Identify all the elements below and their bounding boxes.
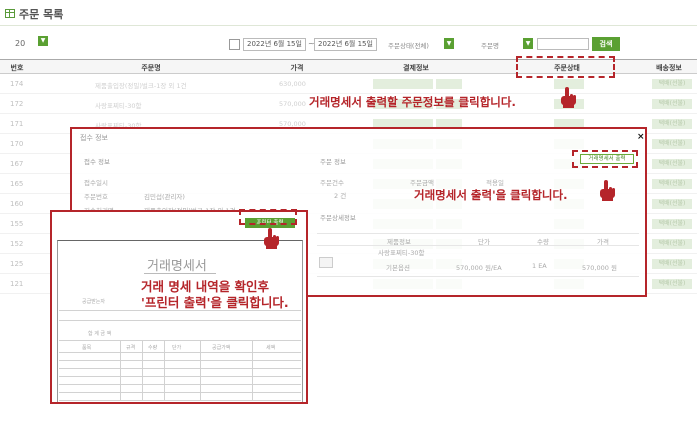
date-filter-checkbox[interactable]	[229, 39, 240, 50]
row-delivery-badge[interactable]: 택배(선불)	[652, 199, 692, 209]
table-grid-icon	[5, 9, 15, 18]
invoice-col-header: 단가	[172, 345, 182, 351]
row-payment-badge[interactable]	[373, 79, 433, 89]
product-thumbnail	[319, 257, 333, 268]
print-button-highlight	[239, 209, 297, 225]
row-delivery-badge[interactable]: 택배(선불)	[652, 139, 692, 149]
detail-product-name: 사랑표찌티-30함	[378, 249, 425, 257]
invoice-col-header: 규격	[126, 345, 136, 351]
title-bar: 주문 목록	[0, 0, 697, 26]
row-delivery-badge[interactable]: 택배(선불)	[652, 79, 692, 89]
search-field-dropdown-icon[interactable]: ▼	[523, 38, 533, 49]
callout-line: '프린터 출력'을 클릭합니다.	[141, 295, 289, 310]
page-size-dropdown-icon[interactable]: ▼	[38, 36, 48, 46]
invoice-col-header: 공급가액	[212, 345, 231, 351]
row-delivery-badge[interactable]: 택배(선불)	[652, 99, 692, 109]
field-value: 김민섭(관리자)	[144, 193, 185, 201]
row-order-name[interactable]: 사랑표찌티-30함	[95, 100, 142, 110]
field-label: 접수일시	[84, 179, 108, 187]
order-col-header: 적용일	[486, 179, 504, 187]
invoice-button-highlight	[572, 150, 638, 168]
invoice-col-header: 세액	[266, 345, 276, 351]
row-number: 160	[10, 200, 24, 208]
invoice-col-header: 품목	[82, 345, 92, 351]
row-delivery-badge[interactable]: 택배(선불)	[652, 219, 692, 229]
pointer-hand-icon	[561, 87, 576, 108]
detail-product-option: 기본옵션	[386, 264, 410, 272]
order-status-dropdown-icon[interactable]: ▼	[444, 38, 454, 49]
row-number: 170	[10, 140, 24, 148]
row-delivery-badge[interactable]: 택배(선불)	[652, 179, 692, 189]
row-price: 630,000	[279, 80, 306, 88]
pointer-hand-icon	[264, 228, 279, 249]
search-button[interactable]: 검색	[592, 37, 620, 51]
detail-section-title: 주문상세정보	[320, 214, 356, 222]
date-to-input[interactable]: 2022년 6월 15일	[314, 38, 377, 51]
row-number: 172	[10, 100, 24, 108]
order-status-select[interactable]: 주문상태(전체)	[388, 40, 429, 50]
detail-quantity: 1 EA	[532, 262, 547, 270]
col-price: 가격	[290, 64, 304, 72]
invoice-title: 거래명세서	[147, 259, 207, 274]
row-number: 125	[10, 260, 24, 268]
row-delivery-badge[interactable]: 택배(선불)	[652, 279, 692, 289]
col-delivery: 배송정보	[656, 64, 682, 72]
row-number: 121	[10, 280, 24, 288]
order-col-header: 주문건수	[320, 179, 344, 187]
row-number: 165	[10, 180, 24, 188]
invoice-label: 합 계 금 액	[88, 331, 112, 337]
detail-unit-price: 570,000 원/EA	[456, 264, 502, 272]
row-delivery-badge[interactable]: 택배(선불)	[652, 119, 692, 129]
pointer-hand-icon	[600, 180, 615, 201]
col-number: 번호	[10, 64, 24, 72]
order-col-header: 주문금액	[410, 179, 434, 187]
row-price: 570,000	[279, 100, 306, 108]
row-number: 152	[10, 240, 24, 248]
row-number: 171	[10, 120, 24, 128]
popup-title: 접수 정보	[80, 134, 108, 142]
invoice-col-header: 수량	[148, 345, 158, 351]
field-label: 주문번호	[84, 193, 108, 201]
invoice-label: 공급받는자	[82, 299, 106, 305]
row-number: 155	[10, 220, 24, 228]
row-delivery-badge[interactable]: 택배(선불)	[652, 259, 692, 269]
callout-line: 거래 명세 내역을 확인후	[141, 279, 270, 294]
callout-click-status: 거래명세서 출력할 주문정보를 클릭합니다.	[309, 95, 516, 109]
search-field-select[interactable]: 주문명	[481, 40, 499, 50]
date-from-input[interactable]: 2022년 6월 15일	[243, 38, 306, 51]
callout-invoice-instruction: 거래 명세 내역을 확인후 '프린터 출력'을 클릭합니다.	[141, 279, 289, 311]
row-payment-badge[interactable]	[436, 79, 462, 89]
callout-click-invoice: 거래명세서 출력'을 클릭합니다.	[414, 188, 568, 202]
search-input[interactable]	[537, 38, 589, 50]
row-number: 167	[10, 160, 24, 168]
page-size-select[interactable]: 20	[15, 39, 25, 48]
col-payment: 결제정보	[403, 64, 429, 72]
status-column-highlight	[516, 56, 615, 78]
section-order-title: 주문 정보	[320, 158, 346, 166]
page-title: 주문 목록	[19, 8, 64, 21]
detail-price: 570,000 원	[582, 264, 617, 272]
close-icon[interactable]: ×	[637, 132, 645, 142]
title-divider	[0, 25, 697, 26]
section-receipt-title: 접수 정보	[84, 158, 110, 166]
row-number: 174	[10, 80, 24, 88]
row-delivery-badge[interactable]: 택배(선불)	[652, 159, 692, 169]
row-order-name[interactable]: 제품출입장(정밀)벌크-1장 외 1건	[95, 80, 187, 90]
row-delivery-badge[interactable]: 택배(선불)	[652, 239, 692, 249]
col-order-name: 주문명	[141, 64, 161, 72]
order-count-value: 2 건	[334, 192, 347, 200]
